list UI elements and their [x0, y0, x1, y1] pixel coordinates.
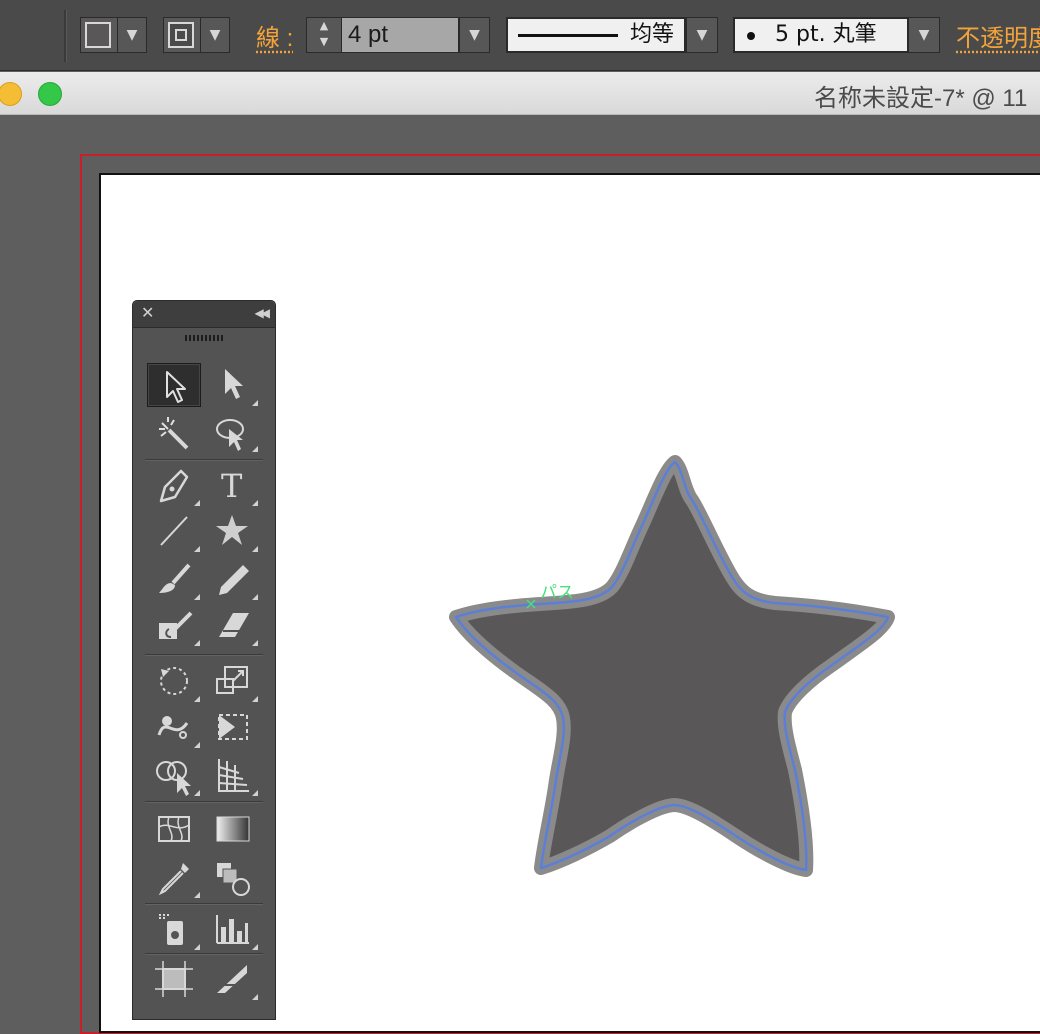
svg-text:T: T: [221, 467, 243, 505]
lasso-tool[interactable]: [205, 409, 259, 453]
eyedropper-icon: [158, 863, 189, 896]
smart-guide-label: パス: [540, 583, 574, 603]
free-transform-icon: [218, 714, 248, 740]
close-icon[interactable]: ✕: [141, 304, 154, 322]
tools-separator: [145, 953, 263, 955]
tools-panel-header[interactable]: ✕ ◀◀: [133, 301, 275, 328]
star-icon: [216, 515, 248, 545]
tools-separator: [145, 801, 263, 803]
symbol-sprayer-tool[interactable]: [147, 907, 201, 951]
column-graph-tool[interactable]: [205, 907, 259, 951]
gradient-icon: [216, 816, 250, 842]
scale-icon: [216, 666, 248, 694]
pencil-icon: [219, 565, 249, 595]
direct-selection-tool[interactable]: [205, 363, 259, 407]
perspective-grid-tool[interactable]: [205, 753, 259, 797]
tools-panel: ✕ ◀◀ T: [132, 300, 276, 1020]
lasso-icon: [216, 419, 244, 451]
shape-builder-icon: [156, 761, 191, 796]
tools-separator: [145, 903, 263, 905]
pen-nib-icon: [159, 469, 189, 503]
pencil-tool[interactable]: [205, 557, 259, 601]
gradient-tool[interactable]: [205, 807, 259, 851]
paintbrush-icon: [159, 563, 191, 593]
column-graph-icon: [216, 915, 249, 944]
slice-knife-icon: [217, 965, 247, 993]
line-segment-tool[interactable]: [147, 509, 201, 553]
magic-wand-tool[interactable]: [147, 409, 201, 453]
magic-wand-icon: [159, 417, 189, 450]
artboard-tool[interactable]: [147, 957, 201, 1001]
star-tool[interactable]: [205, 509, 259, 553]
scale-tool[interactable]: [205, 659, 259, 703]
blend-icon: [217, 863, 250, 896]
direct-selection-arrow-icon: [225, 369, 243, 399]
blob-brush-icon: [159, 611, 193, 639]
perspective-grid-icon: [218, 759, 249, 792]
mesh-tool[interactable]: [147, 807, 201, 851]
symbol-sprayer-icon: [159, 914, 183, 945]
eyedropper-tool[interactable]: [147, 855, 201, 899]
selection-tool[interactable]: [147, 363, 201, 407]
selection-arrow-icon: [166, 371, 186, 403]
tools-panel-grip[interactable]: [185, 335, 223, 341]
rotate-tool[interactable]: [147, 659, 201, 703]
type-t-icon: T: [221, 467, 243, 505]
line-segment-icon: [160, 516, 188, 546]
shape-builder-tool[interactable]: [147, 753, 201, 797]
type-tool[interactable]: T: [205, 463, 259, 507]
tools-separator: [145, 459, 263, 461]
slice-tool[interactable]: [205, 957, 259, 1001]
warp-tool[interactable]: [147, 705, 201, 749]
paintbrush-tool[interactable]: [147, 557, 201, 601]
blend-tool[interactable]: [205, 855, 259, 899]
warp-icon: [157, 716, 189, 739]
blob-brush-tool[interactable]: [147, 603, 201, 647]
eraser-icon: [219, 613, 249, 637]
tools-separator: [145, 654, 263, 656]
artboard-icon: [155, 961, 193, 997]
pen-tool[interactable]: [147, 463, 201, 507]
star-shape[interactable]: [449, 455, 895, 877]
eraser-tool[interactable]: [205, 603, 259, 647]
rotate-icon: [160, 667, 188, 695]
free-transform-tool[interactable]: [205, 705, 259, 749]
collapse-icon[interactable]: ◀◀: [255, 305, 271, 321]
mesh-icon: [158, 816, 190, 842]
